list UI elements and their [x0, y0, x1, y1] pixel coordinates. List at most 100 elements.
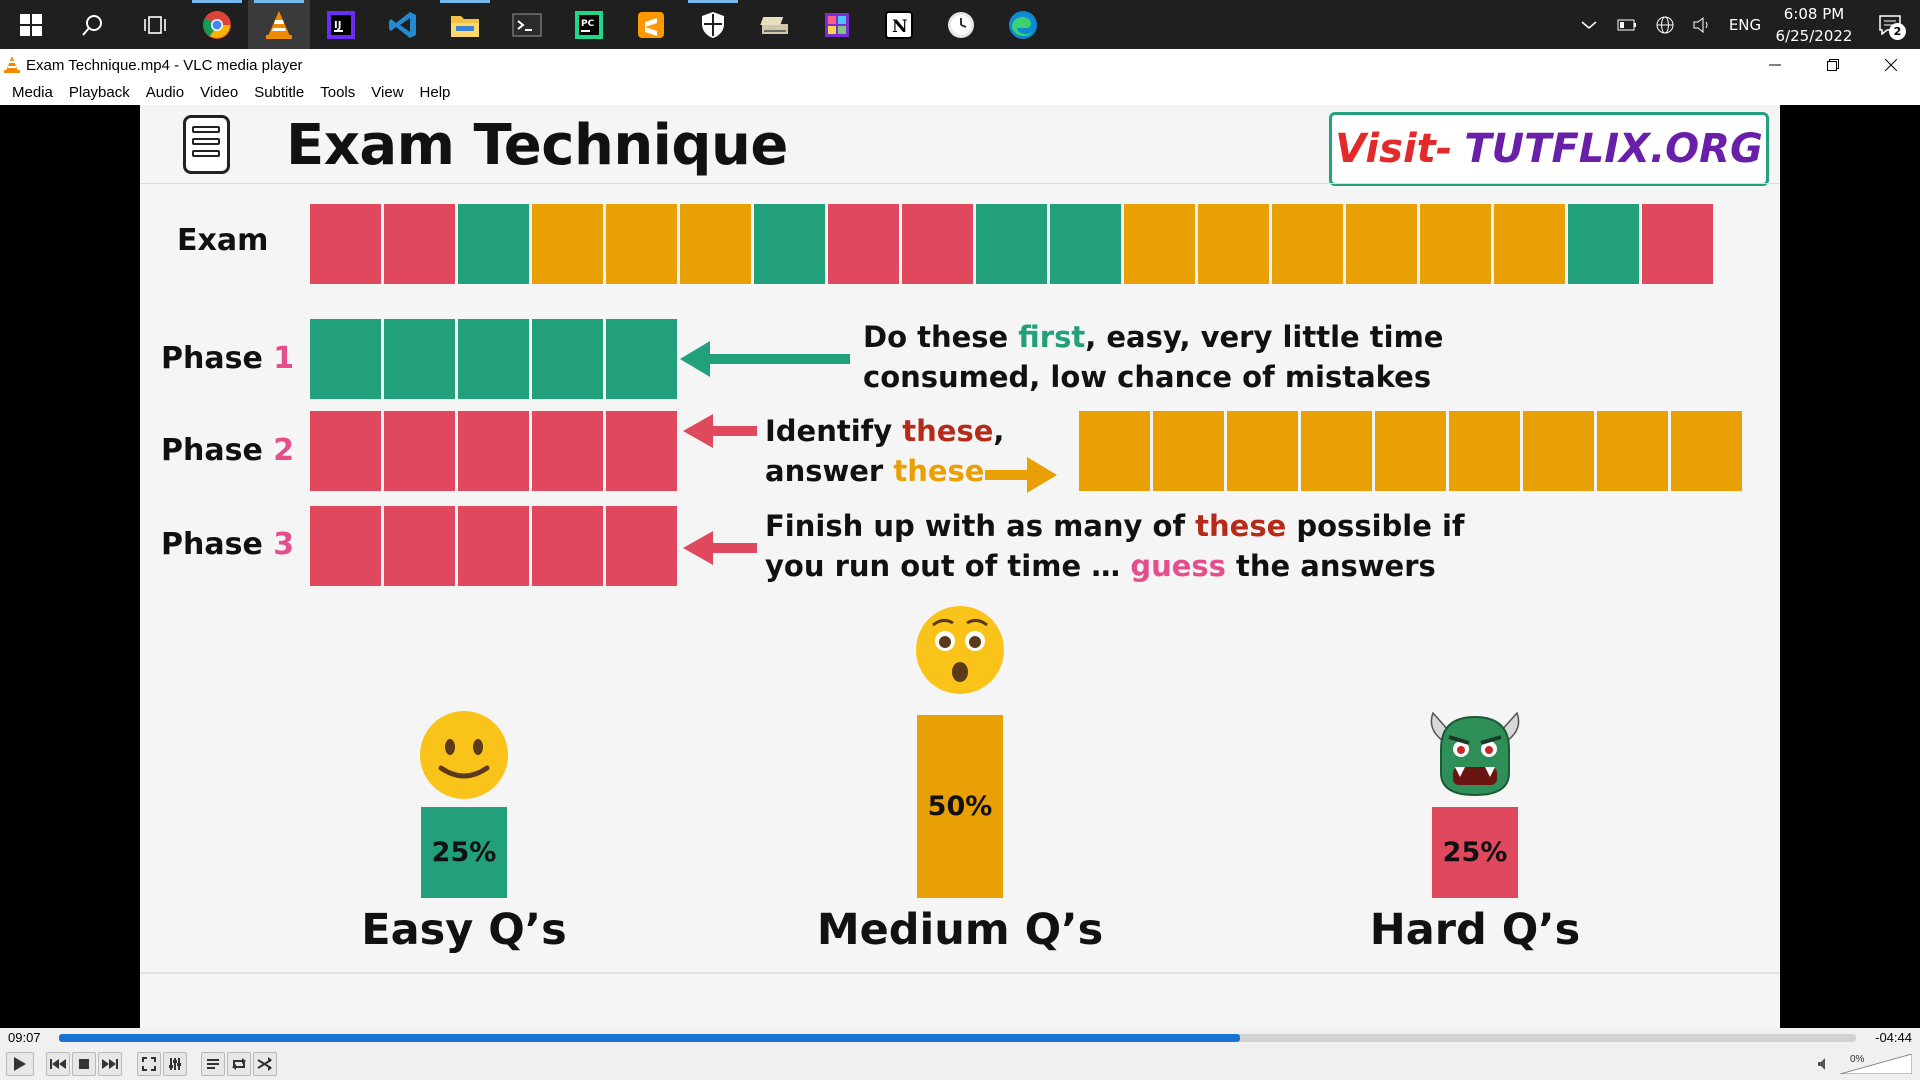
- playlist-button[interactable]: [201, 1052, 225, 1076]
- notion-taskbar-button[interactable]: N: [868, 0, 930, 49]
- next-button[interactable]: [98, 1052, 122, 1076]
- menu-subtitle[interactable]: Subtitle: [246, 81, 312, 105]
- network-button[interactable]: [1646, 0, 1684, 49]
- tray-overflow-button[interactable]: [1570, 0, 1608, 49]
- notification-count-badge: 2: [1889, 23, 1906, 40]
- phase-word: Phase: [161, 527, 263, 562]
- seek-slider[interactable]: [59, 1034, 1856, 1042]
- note-text: ,: [993, 414, 1005, 448]
- chrome-icon: [203, 10, 231, 39]
- hard-label: Hard Q’s: [1369, 905, 1581, 955]
- battery-icon: [1617, 19, 1636, 30]
- slide-bottom-area: [140, 974, 1780, 1028]
- file-explorer-taskbar-button[interactable]: [434, 0, 496, 49]
- question-block: [1494, 204, 1565, 284]
- question-block: [1124, 204, 1195, 284]
- stop-button[interactable]: [72, 1052, 96, 1076]
- search-button[interactable]: [62, 0, 124, 49]
- equalizer-icon: [169, 1058, 181, 1070]
- question-block: [458, 204, 529, 284]
- minimize-icon: [1769, 64, 1781, 66]
- speaker-icon: [1693, 16, 1708, 33]
- menu-media[interactable]: Media: [4, 81, 61, 105]
- question-block: [902, 204, 973, 284]
- note-text: possible if: [1286, 509, 1465, 543]
- phase-3-blocks: [310, 506, 677, 586]
- vscode-taskbar-button[interactable]: [372, 0, 434, 49]
- mute-speaker-icon[interactable]: [1817, 1057, 1831, 1071]
- terminal-taskbar-button[interactable]: [496, 0, 558, 49]
- intellij-taskbar-button[interactable]: IJ: [310, 0, 372, 49]
- play-button[interactable]: [6, 1052, 34, 1076]
- phase-2-orange-blocks: [1079, 411, 1742, 491]
- search-icon: [82, 14, 102, 36]
- taskbar: IJ PC N ENG 6:08 PM 6/25/2022 2: [0, 0, 1920, 49]
- phase-1-blocks: [310, 319, 677, 399]
- question-block: [754, 204, 825, 284]
- intellij-icon: IJ: [327, 10, 355, 39]
- note-text: Identify: [765, 414, 903, 448]
- divider: [140, 183, 1780, 184]
- clock-app-taskbar-button[interactable]: [930, 0, 992, 49]
- window-title: Exam Technique.mp4 - VLC media player: [26, 56, 303, 74]
- video-area[interactable]: Exam Technique Visit- TUTFLIX.ORG Exam P…: [0, 105, 1920, 1028]
- shuffle-button[interactable]: [253, 1052, 277, 1076]
- shuffle-icon: [257, 1057, 272, 1071]
- question-block: [310, 411, 381, 491]
- sublime-taskbar-button[interactable]: [620, 0, 682, 49]
- play-icon: [14, 1057, 26, 1071]
- menu-audio[interactable]: Audio: [138, 81, 192, 105]
- fullscreen-button[interactable]: [137, 1052, 161, 1076]
- question-block: [1642, 204, 1713, 284]
- volume-tray-button[interactable]: [1684, 0, 1722, 49]
- question-block: [310, 204, 381, 284]
- clock-app-icon: [948, 11, 974, 38]
- loop-button[interactable]: [227, 1052, 251, 1076]
- close-button[interactable]: [1862, 49, 1920, 81]
- menu-view[interactable]: View: [363, 81, 411, 105]
- remaining-time[interactable]: -04:44: [1875, 1030, 1912, 1045]
- phase-word: Phase: [161, 341, 263, 376]
- question-block: [458, 506, 529, 586]
- elapsed-time[interactable]: 09:07: [8, 1030, 41, 1045]
- loop-icon: [232, 1058, 246, 1070]
- green-arrow-left-icon: [680, 341, 850, 377]
- task-view-button[interactable]: [124, 0, 186, 49]
- system-tray: ENG 6:08 PM 6/25/2022 2: [1570, 0, 1920, 49]
- clock[interactable]: 6:08 PM 6/25/2022: [1768, 3, 1860, 47]
- note-text: , easy, very little time: [1085, 320, 1444, 354]
- minimize-button[interactable]: [1746, 49, 1804, 81]
- notifications-button[interactable]: 2: [1860, 0, 1920, 49]
- battery-button[interactable]: [1608, 0, 1646, 49]
- start-button[interactable]: [0, 0, 62, 49]
- question-block: [680, 204, 751, 284]
- medium-bar: 50%: [917, 715, 1003, 898]
- extended-settings-button[interactable]: [163, 1052, 187, 1076]
- globe-icon: [1656, 16, 1674, 33]
- playlist-icon: [207, 1059, 219, 1069]
- menu-playback[interactable]: Playback: [61, 81, 138, 105]
- app-taskbar-button-2[interactable]: [806, 0, 868, 49]
- menu-help[interactable]: Help: [412, 81, 459, 105]
- playback-controls: 0%: [0, 1048, 1920, 1080]
- menu-video[interactable]: Video: [192, 81, 246, 105]
- menu-tools[interactable]: Tools: [312, 81, 363, 105]
- edge-taskbar-button[interactable]: [992, 0, 1054, 49]
- slightly-smiling-face-icon: [420, 711, 508, 799]
- phase-2-note: Identify these, answer these: [765, 411, 1004, 491]
- pycharm-icon: PC: [575, 10, 603, 39]
- note-emphasis: these: [902, 414, 994, 448]
- pycharm-taskbar-button[interactable]: PC: [558, 0, 620, 49]
- phase-2-label: Phase 2: [161, 433, 294, 468]
- question-block: [532, 204, 603, 284]
- exam-blocks: [310, 204, 1713, 284]
- language-indicator[interactable]: ENG: [1722, 16, 1768, 34]
- vlc-taskbar-button[interactable]: [248, 0, 310, 49]
- question-block: [532, 506, 603, 586]
- svg-text:N: N: [892, 17, 908, 37]
- previous-button[interactable]: [46, 1052, 70, 1076]
- chrome-taskbar-button[interactable]: [186, 0, 248, 49]
- restore-button[interactable]: [1804, 49, 1862, 81]
- security-taskbar-button[interactable]: [682, 0, 744, 49]
- app-taskbar-button-1[interactable]: [744, 0, 806, 49]
